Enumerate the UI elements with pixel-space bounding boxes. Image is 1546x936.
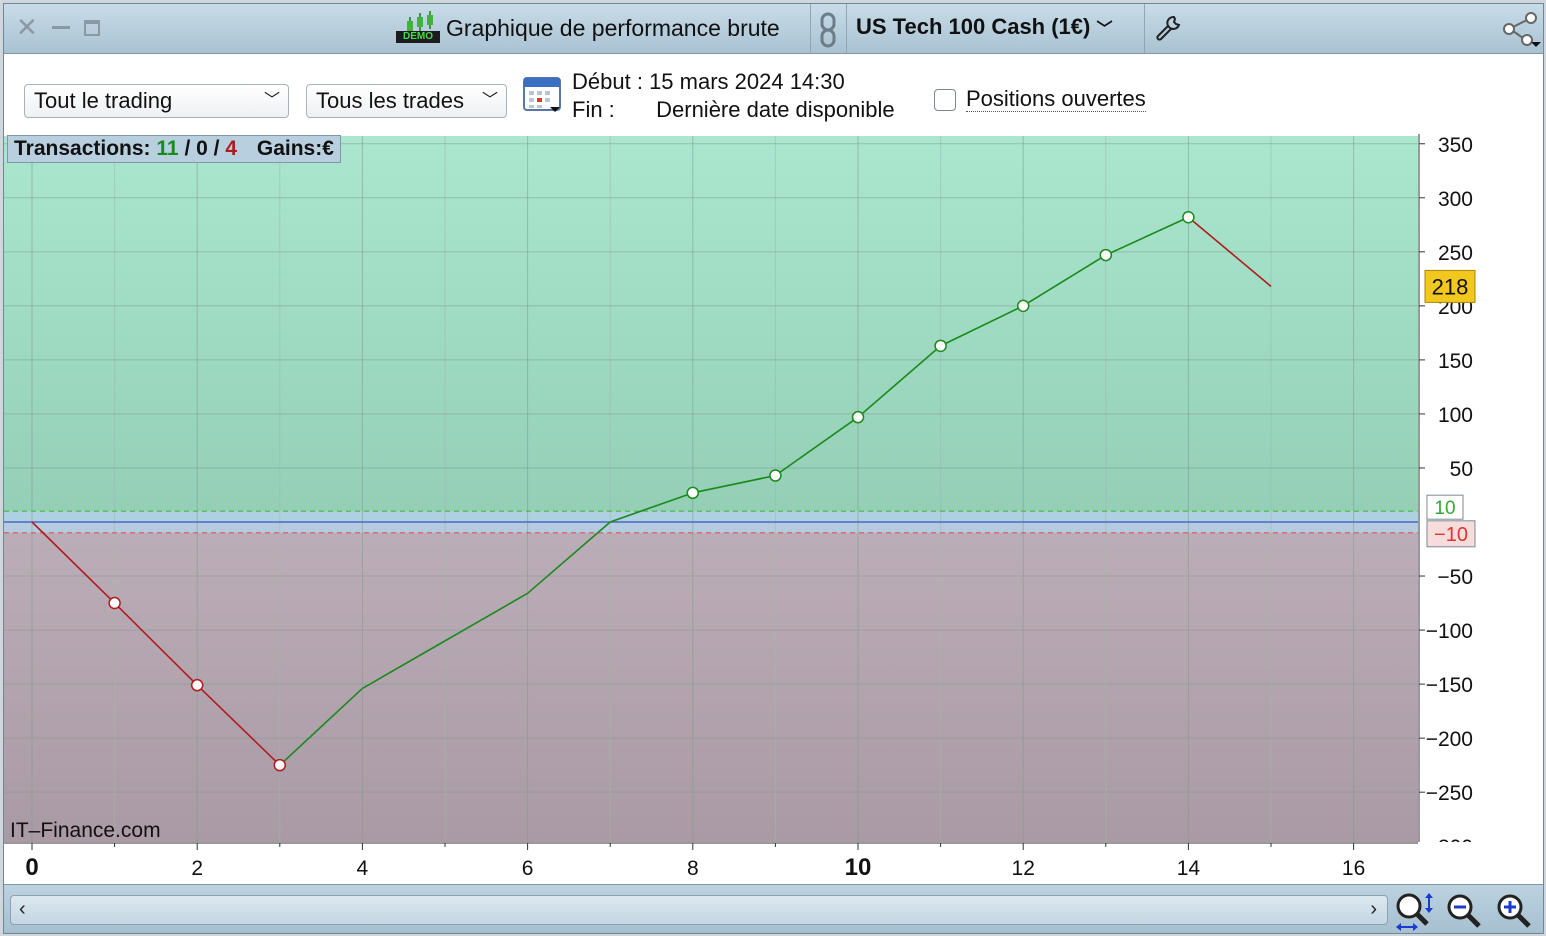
title-bar: ✕ DEMO Graphique de performance brute US… [4,4,1543,54]
trade-point[interactable] [769,469,782,482]
x-tick-label: 4 [357,857,369,880]
y-tick-label: 350 [1438,134,1473,157]
x-tick-label: 10 [845,854,872,881]
window-title-group: DEMO Graphique de performance brute [396,11,780,45]
lower-threshold-label: −10 [1434,524,1468,546]
window-title: Graphique de performance brute [446,14,780,41]
chevron-down-icon: ﹀ [481,92,498,109]
performance-chart[interactable]: 350 300 250 2 0 0 150 100 50 −50 −100 −150 −200 −250 −… [4,134,1544,884]
link-icon[interactable] [818,12,838,48]
minimize-icon[interactable] [52,26,70,29]
watermark: IT–Finance.com [10,819,161,842]
start-label: Début : [572,69,643,94]
title-separator [1144,4,1145,53]
y-tick-label: 100 [1438,404,1473,427]
neutral-count: 0 [196,137,208,160]
trade-point[interactable] [1099,248,1113,262]
symbol-name: US Tech 100 Cash (1€) [856,14,1091,39]
y-tick-label: −250 [1426,782,1473,805]
trading-filter-select[interactable]: Tout le trading ﹀ [24,84,289,118]
y-tick-label: 300 [1438,188,1473,211]
zoom-out-icon[interactable] [1444,891,1484,931]
end-date[interactable]: Dernière date disponible [656,97,895,122]
trade-point[interactable] [686,486,700,500]
winning-count: 11 [156,137,179,160]
trade-point[interactable] [1016,299,1030,313]
x-tick-label: 0 [25,854,38,881]
close-icon[interactable]: ✕ [16,14,38,40]
gains-currency: € [322,137,334,160]
trade-point[interactable] [108,596,121,610]
zoom-in-icon[interactable] [1494,891,1534,931]
end-label: Fin : [572,97,615,122]
demo-badge: DEMO [396,31,440,43]
transactions-label: Transactions: [14,137,151,160]
open-positions-checkbox[interactable] [934,89,956,111]
performance-window: ✕ DEMO Graphique de performance brute US… [3,3,1544,934]
horizontal-scrollbar: ‹ › [4,884,1543,933]
trade-point[interactable] [190,678,204,692]
trades-filter-select[interactable]: Tous les trades ﹀ [306,84,507,118]
y-tick-label: −100 [1426,620,1473,643]
y-tick-label: 150 [1438,350,1473,373]
y-tick-label: 250 [1438,242,1473,265]
losing-count: 4 [225,137,238,160]
y-tick-label: −50 [1437,566,1473,589]
calendar-icon[interactable] [522,74,562,114]
negative-zone [4,522,1418,842]
x-tick-label: 14 [1177,857,1201,880]
x-tick-label: 2 [191,857,203,880]
title-separator [810,4,811,53]
trades-filter-value: Tous les trades [316,88,464,113]
x-tick-label: 8 [687,857,699,880]
demo-chart-icon: DEMO [396,11,440,45]
count-separator: / [184,137,191,160]
upper-threshold-label: 10 [1434,498,1455,519]
last-value-label: 218 [1432,274,1469,299]
symbol-selector[interactable]: US Tech 100 Cash (1€) ﹀ [856,14,1113,40]
gains-label: Gains: [256,137,323,160]
x-tick-label: 6 [522,857,534,880]
y-tick-label: 50 [1450,458,1473,481]
share-icon[interactable] [1501,12,1543,48]
wrench-icon[interactable] [1154,14,1182,42]
trade-point[interactable] [934,339,947,353]
chevron-down-icon: ﹀ [1096,21,1113,38]
zoom-fit-icon[interactable] [1394,891,1434,931]
positive-zone [4,136,1418,522]
trade-point[interactable] [273,758,287,772]
trade-point[interactable] [1182,210,1195,224]
scroll-left-icon[interactable]: ‹ [19,898,26,921]
x-axis-panel [4,842,1543,884]
x-tick-label: 16 [1342,857,1365,880]
start-date[interactable]: 15 mars 2024 14:30 [649,69,845,94]
trade-point[interactable] [851,410,865,424]
trading-filter-value: Tout le trading [34,88,173,113]
transactions-summary: Transactions: 11 / 0 / 4 Gains:€ [7,135,341,163]
title-separator [846,4,847,53]
y-tick-label: −200 [1426,728,1473,751]
scroll-right-icon[interactable]: › [1370,898,1377,921]
y-tick-label: −150 [1426,674,1473,697]
x-tick-label: 12 [1012,857,1035,880]
maximize-icon[interactable] [84,20,100,36]
date-range: Début : 15 mars 2024 14:30 Fin : Dernièr… [572,68,895,124]
toolbar: Tout le trading ﹀ Tous les trades ﹀ Débu… [4,54,1543,134]
chevron-down-icon: ﹀ [263,92,280,109]
count-separator: / [213,137,220,160]
open-positions-label[interactable]: Positions ouvertes [966,87,1146,112]
scroll-track[interactable]: ‹ › [10,895,1388,925]
